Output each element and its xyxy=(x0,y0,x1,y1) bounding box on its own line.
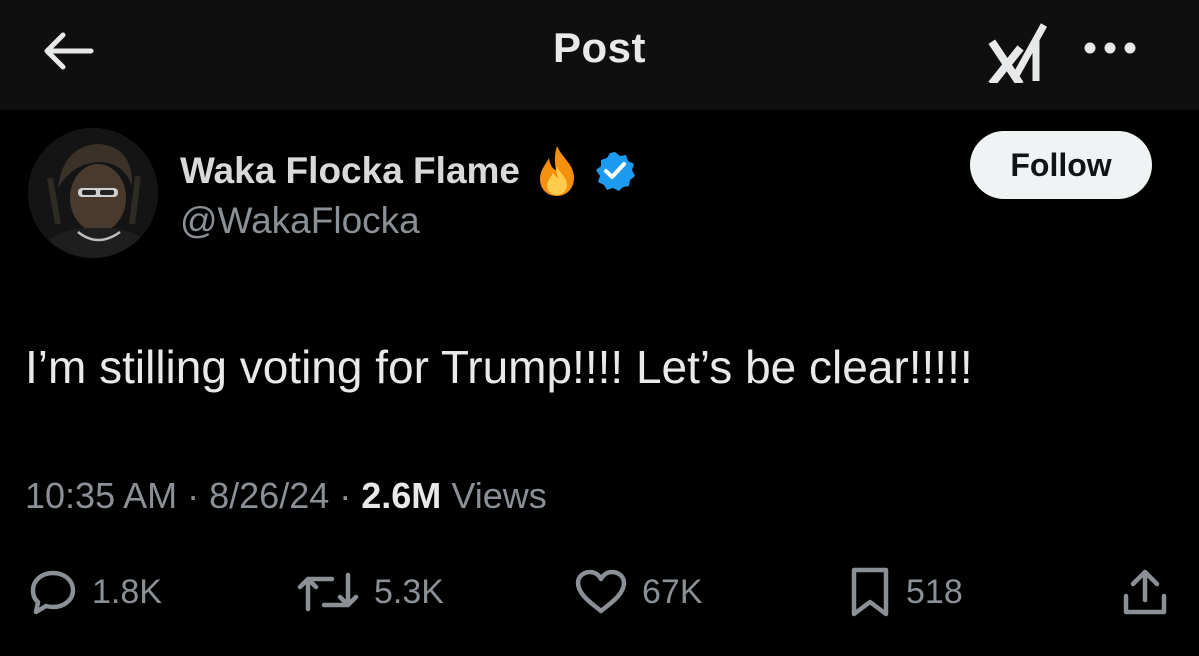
more-button[interactable] xyxy=(1080,28,1140,68)
grok-icon xyxy=(988,23,1048,83)
share-icon xyxy=(1123,569,1167,615)
post-date[interactable]: 8/26/24 xyxy=(209,475,329,516)
follow-button[interactable]: Follow xyxy=(970,131,1152,199)
meta-separator: · xyxy=(187,475,210,516)
repost-count: 5.3K xyxy=(374,572,444,611)
verified-badge-icon xyxy=(596,152,635,191)
fire-icon xyxy=(540,146,574,196)
like-count: 67K xyxy=(642,572,703,611)
reply-count: 1.8K xyxy=(92,572,162,611)
views-count[interactable]: 2.6M xyxy=(361,475,441,516)
repost-button[interactable]: 5.3K xyxy=(296,560,444,624)
like-button[interactable]: 67K xyxy=(574,560,703,624)
reply-icon xyxy=(30,570,76,615)
meta-separator: · xyxy=(339,475,362,516)
post-meta: 10:35 AM · 8/26/24 · 2.6M Views xyxy=(25,475,547,517)
grok-button[interactable] xyxy=(985,20,1055,84)
repost-icon xyxy=(297,572,359,612)
share-button[interactable] xyxy=(1120,560,1170,624)
bookmark-count: 518 xyxy=(906,572,963,611)
display-name-row[interactable]: Waka Flocka Flame xyxy=(180,144,636,198)
action-bar: 1.8K 5.3K 67K 518 xyxy=(0,560,1199,630)
bookmark-button[interactable]: 518 xyxy=(848,560,963,624)
bookmark-icon xyxy=(851,567,889,617)
top-bar: Post xyxy=(0,0,1199,110)
handle[interactable]: @WakaFlocka xyxy=(180,200,420,242)
avatar[interactable] xyxy=(28,128,158,258)
post-text: I’m stilling voting for Trump!!!! Let’s … xyxy=(25,341,973,393)
post-time[interactable]: 10:35 AM xyxy=(25,475,177,516)
heart-icon xyxy=(575,569,627,614)
reply-button[interactable]: 1.8K xyxy=(28,560,162,624)
views-label: Views xyxy=(451,475,547,516)
display-name: Waka Flocka Flame xyxy=(180,150,520,191)
more-horizontal-icon xyxy=(1084,42,1136,54)
profile-photo-icon xyxy=(28,128,158,258)
